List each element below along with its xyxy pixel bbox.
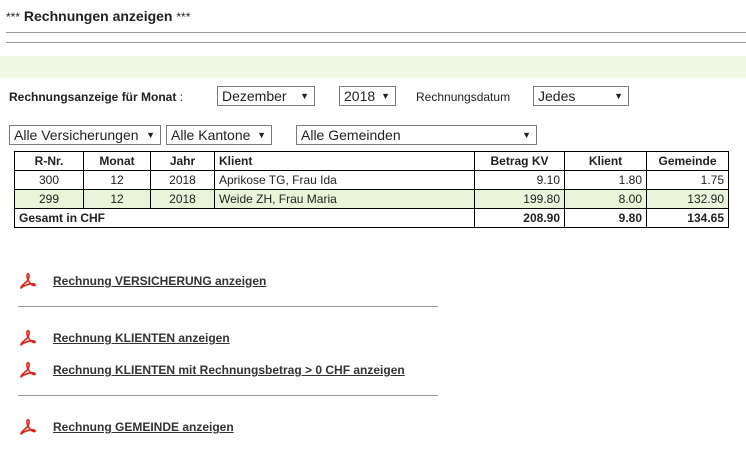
column-header: Klient <box>564 151 647 171</box>
insurance-invoice-link-label[interactable]: Rechnung VERSICHERUNG anzeigen <box>53 274 266 288</box>
page-title: *** Rechnungen anzeigen *** <box>6 8 190 24</box>
municipality-invoice-link-label[interactable]: Rechnung GEMEINDE anzeigen <box>53 420 234 434</box>
client-positive-invoice-link-label[interactable]: Rechnung KLIENTEN mit Rechnungsbetrag > … <box>53 363 405 377</box>
chevron-down-icon: ▼ <box>381 91 390 101</box>
cell-month: 12 <box>83 170 151 190</box>
cell-year: 2018 <box>150 189 215 209</box>
chevron-down-icon: ▼ <box>146 130 155 140</box>
month-filter-label: Rechnungsanzeige für Monat : <box>9 90 184 104</box>
title-stars-left: *** <box>6 10 21 24</box>
cell-invoice-number: 300 <box>14 170 84 190</box>
municipality-select[interactable]: Alle Gemeinden ▼ <box>296 125 537 145</box>
cell-client: Aprikose TG, Frau Ida <box>214 170 475 190</box>
table-row[interactable]: 299 12 2018 Weide ZH, Frau Maria 199.80 … <box>14 189 729 209</box>
total-amount-kv: 208.90 <box>474 208 565 228</box>
cell-amount-client: 8.00 <box>564 189 647 209</box>
cell-client: Weide ZH, Frau Maria <box>214 189 475 209</box>
table-row[interactable]: 300 12 2018 Aprikose TG, Frau Ida 9.10 1… <box>14 170 729 190</box>
table-header-row: R-Nr. Monat Jahr Klient Betrag KV Klient… <box>14 151 729 171</box>
year-select-value: 2018 <box>344 88 376 104</box>
chevron-down-icon: ▼ <box>257 130 266 140</box>
pdf-icon <box>20 419 36 435</box>
column-header: Gemeinde <box>646 151 729 171</box>
invoice-table: R-Nr. Monat Jahr Klient Betrag KV Klient… <box>14 151 729 228</box>
column-header: Betrag KV <box>474 151 565 171</box>
insurance-select-value: Alle Versicherungen <box>14 127 139 143</box>
month-select-value: Dezember <box>222 88 287 104</box>
link-divider <box>18 395 438 396</box>
cell-year: 2018 <box>150 170 215 190</box>
cell-amount-municipality: 1.75 <box>646 170 729 190</box>
link-divider <box>18 306 438 307</box>
column-header: Jahr <box>150 151 215 171</box>
canton-select[interactable]: Alle Kantone ▼ <box>166 125 272 145</box>
title-divider-top <box>6 32 746 33</box>
invoice-date-select-value: Jedes <box>538 88 576 104</box>
pdf-icon <box>20 273 36 289</box>
insurance-select[interactable]: Alle Versicherungen ▼ <box>9 125 161 145</box>
cell-amount-client: 1.80 <box>564 170 647 190</box>
cell-amount-kv: 9.10 <box>474 170 565 190</box>
month-select[interactable]: Dezember ▼ <box>217 86 315 106</box>
cell-month: 12 <box>83 189 151 209</box>
title-text: Rechnungen anzeigen <box>23 8 173 24</box>
cell-invoice-number: 299 <box>14 189 84 209</box>
title-stars-right: *** <box>176 10 191 24</box>
chevron-down-icon: ▼ <box>300 91 309 101</box>
total-amount-municipality: 134.65 <box>646 208 729 228</box>
total-amount-client: 9.80 <box>564 208 647 228</box>
chevron-down-icon: ▼ <box>522 130 531 140</box>
table-total-row: Gesamt in CHF 208.90 9.80 134.65 <box>14 208 729 228</box>
pdf-icon <box>20 362 36 378</box>
title-divider-bottom <box>6 42 746 43</box>
column-header: Monat <box>83 151 151 171</box>
year-select[interactable]: 2018 ▼ <box>339 86 396 106</box>
column-header: Klient <box>214 151 475 171</box>
municipality-select-value: Alle Gemeinden <box>301 127 401 143</box>
invoice-date-select[interactable]: Jedes ▼ <box>533 86 629 106</box>
cell-amount-kv: 199.80 <box>474 189 565 209</box>
chevron-down-icon: ▼ <box>614 91 623 101</box>
invoice-date-label: Rechnungsdatum <box>416 90 511 104</box>
pdf-icon <box>20 330 36 346</box>
client-invoice-link-label[interactable]: Rechnung KLIENTEN anzeigen <box>53 331 230 345</box>
canton-select-value: Alle Kantone <box>171 127 251 143</box>
cell-amount-municipality: 132.90 <box>646 189 729 209</box>
column-header: R-Nr. <box>14 151 84 171</box>
total-label: Gesamt in CHF <box>14 208 475 228</box>
